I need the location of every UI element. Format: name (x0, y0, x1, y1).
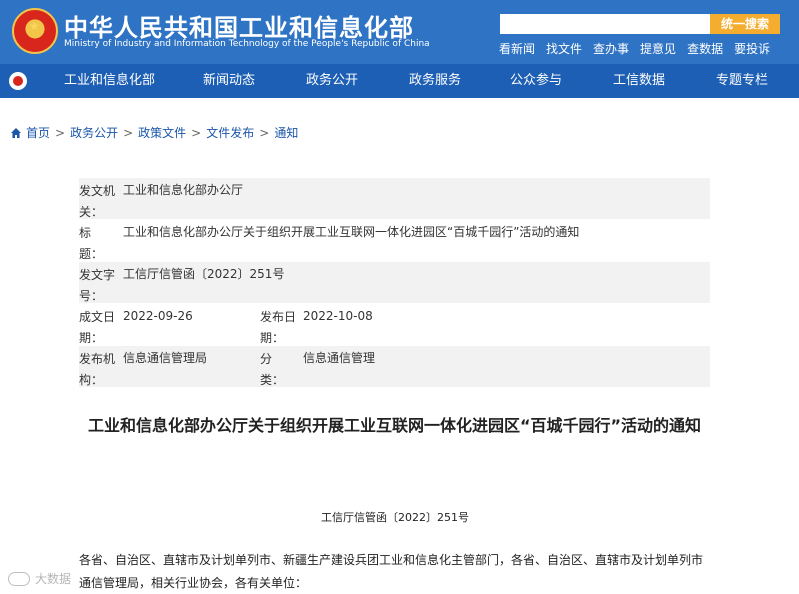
meta-label-issuer: 发文机关： (79, 184, 116, 219)
nav-item-services[interactable]: 政务服务 (409, 64, 461, 98)
article-body: 各省、自治区、直辖市及计划单列市、新疆生产建设兵团工业和信息化主管部门，各省、自… (79, 553, 704, 590)
search-button[interactable]: 统一搜索 (710, 14, 780, 34)
meta-value-category: 信息通信管理 (303, 351, 376, 365)
watermark-text: 大数据 (35, 572, 72, 586)
meta-row-publisher: 发布机构： 信息通信管理局 分 类： 信息通信管理 (79, 346, 710, 388)
national-emblem-icon[interactable]: ★ (12, 8, 58, 54)
meta-label-category: 分 类： (260, 352, 297, 387)
meta-row-docno: 发文字号： 工信厅信管函〔2022〕251号 (79, 262, 710, 304)
nav-logo-icon[interactable] (9, 72, 27, 90)
meta-label-publisher: 发布机构： (79, 352, 116, 387)
breadcrumb-separator: > (191, 125, 202, 140)
meta-row-title: 标 题： 工业和信息化部办公厅关于组织开展工业互联网一体化进园区“百城千园行”活… (79, 220, 710, 262)
article-title: 工业和信息化部办公厅关于组织开展工业互联网一体化进园区“百城千园行”活动的通知 (87, 416, 702, 435)
quick-link-data[interactable]: 查数据 (687, 40, 723, 57)
breadcrumb-notice[interactable]: 通知 (274, 124, 298, 141)
watermark: 大数据 (8, 570, 71, 587)
nav-item-data[interactable]: 工信数据 (613, 64, 665, 98)
meta-value-docno: 工信厅信管函〔2022〕251号 (123, 267, 285, 281)
article-doc-number: 工信厅信管函〔2022〕251号 (321, 511, 469, 524)
meta-value-published: 2022-10-08 (303, 309, 373, 323)
search-input[interactable] (500, 14, 710, 34)
breadcrumb-separator: > (123, 125, 134, 140)
nav-item-topics[interactable]: 专题专栏 (716, 64, 768, 98)
quick-link-files[interactable]: 找文件 (546, 40, 582, 57)
meta-label-title: 标 题： (79, 226, 116, 261)
quick-link-complaint[interactable]: 要投诉 (734, 40, 770, 57)
site-header: ★ 中华人民共和国工业和信息化部 Ministry of Industry an… (0, 0, 799, 64)
meta-value-publisher: 信息通信管理局 (123, 351, 208, 365)
meta-value-title: 工业和信息化部办公厅关于组织开展工业互联网一体化进园区“百城千园行”活动的通知 (123, 225, 580, 239)
breadcrumb: 首页 > 政务公开 > 政策文件 > 文件发布 > 通知 (10, 124, 298, 141)
meta-label-created: 成文日期： (79, 310, 116, 345)
meta-value-created: 2022-09-26 (123, 309, 193, 323)
breadcrumb-separator: > (55, 125, 66, 140)
home-icon (11, 127, 21, 138)
watermark-logo-icon (8, 571, 30, 586)
meta-label-published: 发布日期： (260, 310, 297, 345)
quick-link-feedback[interactable]: 提意见 (640, 40, 676, 57)
breadcrumb-policy-files[interactable]: 政策文件 (138, 124, 186, 141)
nav-item-ministry[interactable]: 工业和信息化部 (64, 64, 155, 98)
nav-item-participation[interactable]: 公众参与 (510, 64, 562, 98)
breadcrumb-home[interactable]: 首页 (26, 124, 50, 141)
breadcrumb-file-release[interactable]: 文件发布 (206, 124, 254, 141)
nav-item-gov-affairs[interactable]: 政务公开 (306, 64, 358, 98)
quick-links: 看新闻 找文件 查办事 提意见 查数据 要投诉 (499, 40, 781, 57)
quick-link-news[interactable]: 看新闻 (499, 40, 535, 57)
breadcrumb-gov-affairs[interactable]: 政务公开 (70, 124, 118, 141)
site-subtitle: Ministry of Industry and Information Tec… (64, 39, 430, 49)
meta-row-dates: 成文日期： 2022-09-26 发布日期： 2022-10-08 (79, 304, 710, 346)
main-nav: 工业和信息化部 新闻动态 政务公开 政务服务 公众参与 工信数据 专题专栏 (0, 64, 799, 98)
meta-row-issuer: 发文机关： 工业和信息化部办公厅 (79, 178, 710, 220)
breadcrumb-separator: > (259, 125, 270, 140)
site-title[interactable]: 中华人民共和国工业和信息化部 (64, 8, 414, 43)
quick-link-services[interactable]: 查办事 (593, 40, 629, 57)
meta-label-docno: 发文字号： (79, 268, 116, 303)
meta-value-issuer: 工业和信息化部办公厅 (123, 183, 244, 197)
document-meta-table: 发文机关： 工业和信息化部办公厅 标 题： 工业和信息化部办公厅关于组织开展工业… (79, 178, 710, 388)
nav-item-news[interactable]: 新闻动态 (203, 64, 255, 98)
